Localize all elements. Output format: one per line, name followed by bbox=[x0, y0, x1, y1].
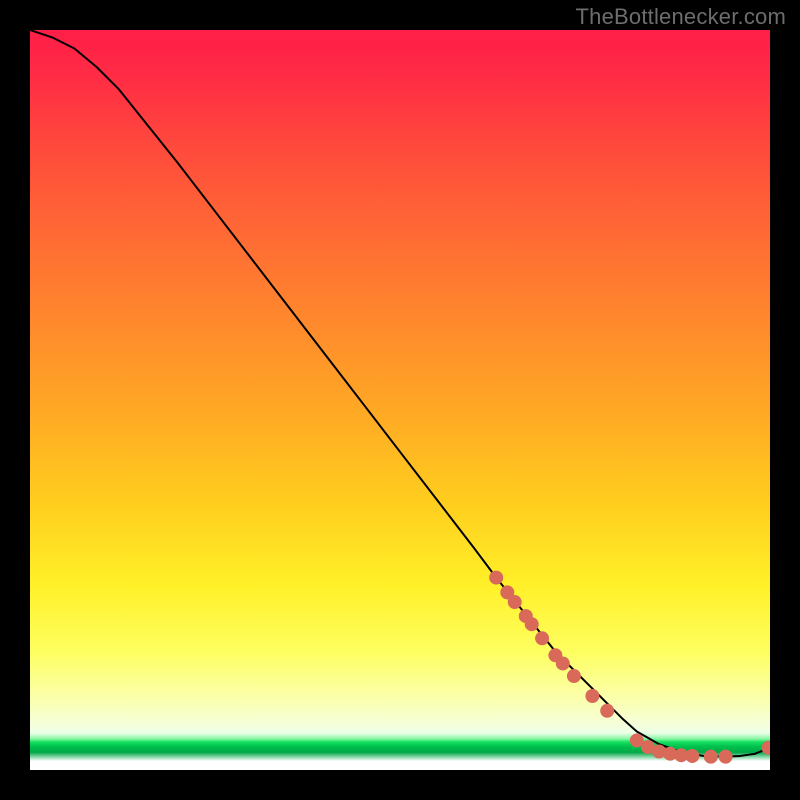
data-point-marker bbox=[535, 631, 549, 645]
data-point-marker bbox=[525, 617, 539, 631]
data-point-marker bbox=[556, 656, 570, 670]
data-point-marker bbox=[719, 750, 733, 764]
data-point-marker bbox=[762, 741, 770, 755]
data-point-marker bbox=[585, 689, 599, 703]
curve-line bbox=[30, 30, 770, 757]
data-point-marker bbox=[489, 571, 503, 585]
data-point-marker bbox=[567, 669, 581, 683]
data-point-marker bbox=[600, 704, 614, 718]
curve-markers bbox=[489, 571, 770, 764]
plot-svg bbox=[30, 30, 770, 770]
series-line bbox=[30, 30, 770, 757]
data-point-marker bbox=[704, 750, 718, 764]
data-point-marker bbox=[508, 595, 522, 609]
data-point-marker bbox=[685, 749, 699, 763]
watermark-text: TheBottlenecker.com bbox=[576, 4, 786, 30]
plot-area bbox=[30, 30, 770, 770]
chart-frame: TheBottlenecker.com bbox=[0, 0, 800, 800]
